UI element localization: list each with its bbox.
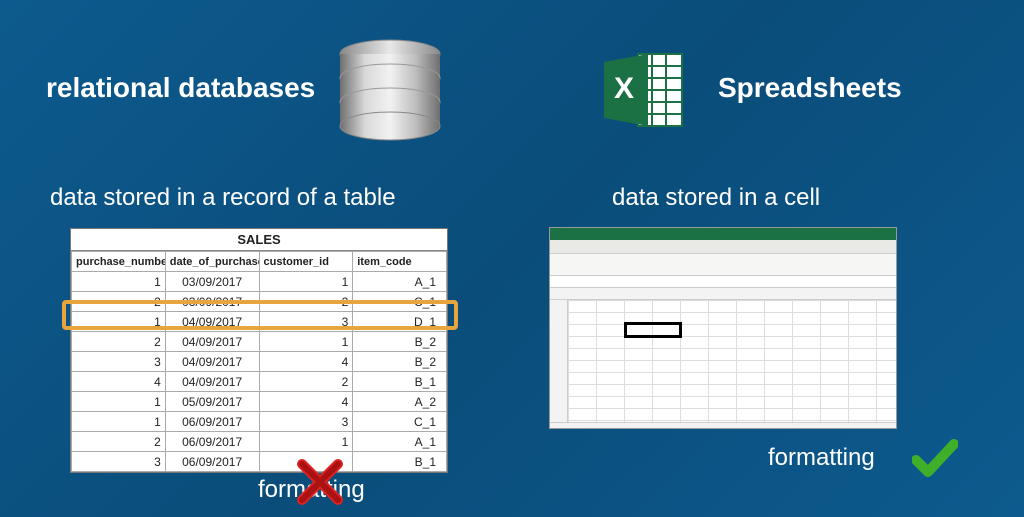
spreadsheets-subtitle: data stored in a cell xyxy=(612,184,820,212)
spreadsheet-menubar xyxy=(550,240,896,254)
table-row: 304/09/20174B_2 xyxy=(72,352,447,372)
table-row: 103/09/20171A_1 xyxy=(72,272,447,292)
table-row: 106/09/20173C_1 xyxy=(72,412,447,432)
spreadsheet-formulabar xyxy=(550,276,896,288)
check-mark-icon xyxy=(912,436,958,482)
table-cell: B_1 xyxy=(353,372,447,392)
table-cell: 06/09/2017 xyxy=(165,412,259,432)
table-cell: 1 xyxy=(259,272,353,292)
spreadsheet-formatting-label: formatting xyxy=(768,444,875,472)
table-cell: 3 xyxy=(72,352,166,372)
table-row: 105/09/20174A_2 xyxy=(72,392,447,412)
cross-mark-icon xyxy=(296,458,344,506)
col-header: date_of_purchase xyxy=(165,252,259,272)
table-cell: 04/09/2017 xyxy=(165,352,259,372)
table-cell: 3 xyxy=(259,312,353,332)
table-cell: 04/09/2017 xyxy=(165,372,259,392)
col-header: customer_id xyxy=(259,252,353,272)
table-cell: C_1 xyxy=(353,412,447,432)
relational-db-subtitle: data stored in a record of a table xyxy=(50,184,396,212)
table-cell: 1 xyxy=(72,312,166,332)
table-cell: A_2 xyxy=(353,392,447,412)
table-cell: 4 xyxy=(259,352,353,372)
table-cell: B_2 xyxy=(353,352,447,372)
table-row: 104/09/20173D_1 xyxy=(72,312,447,332)
excel-icon: X xyxy=(602,50,686,130)
spreadsheets-heading: Spreadsheets xyxy=(718,72,902,104)
table-cell: 03/09/2017 xyxy=(165,272,259,292)
table-cell: 03/09/2017 xyxy=(165,292,259,312)
table-cell: 1 xyxy=(259,432,353,452)
table-cell: 04/09/2017 xyxy=(165,312,259,332)
table-cell: C_1 xyxy=(353,292,447,312)
table-row: 203/09/20172C_1 xyxy=(72,292,447,312)
table-cell: 4 xyxy=(259,392,353,412)
svg-text:X: X xyxy=(614,72,634,105)
relational-db-heading: relational databases xyxy=(46,72,315,104)
table-cell: 1 xyxy=(72,392,166,412)
table-cell: 2 xyxy=(72,332,166,352)
table-cell: 2 xyxy=(259,292,353,312)
table-cell: 06/09/2017 xyxy=(165,432,259,452)
table-cell: 2 xyxy=(259,372,353,392)
table-cell: 2 xyxy=(72,432,166,452)
col-header: item_code xyxy=(353,252,447,272)
table-cell: 4 xyxy=(72,372,166,392)
table-cell: 3 xyxy=(259,412,353,432)
table-cell: D_1 xyxy=(353,312,447,332)
table-row: 204/09/20171B_2 xyxy=(72,332,447,352)
table-cell: 3 xyxy=(72,452,166,472)
table-row: 206/09/20171A_1 xyxy=(72,432,447,452)
table-row: 306/09/2017 B_1 xyxy=(72,452,447,472)
table-title: SALES xyxy=(71,229,447,251)
table-cell: B_2 xyxy=(353,332,447,352)
table-cell: A_1 xyxy=(353,272,447,292)
table-cell: 1 xyxy=(259,332,353,352)
table-row: 404/09/20172B_1 xyxy=(72,372,447,392)
spreadsheet-ribbon xyxy=(550,254,896,276)
table-cell: 2 xyxy=(72,292,166,312)
col-header: purchase_number xyxy=(72,252,166,272)
table-cell: 1 xyxy=(72,412,166,432)
spreadsheet-window xyxy=(550,228,896,428)
table-cell: A_1 xyxy=(353,432,447,452)
spreadsheet-titlebar xyxy=(550,228,896,240)
table-cell: 05/09/2017 xyxy=(165,392,259,412)
database-cylinder-icon xyxy=(330,38,450,142)
table-cell: 06/09/2017 xyxy=(165,452,259,472)
sales-table: SALES purchase_number date_of_purchase c… xyxy=(70,228,448,473)
table-cell: 04/09/2017 xyxy=(165,332,259,352)
table-cell: 1 xyxy=(72,272,166,292)
highlighted-cell xyxy=(624,322,682,338)
spreadsheet-grid xyxy=(550,288,896,422)
table-cell: B_1 xyxy=(353,452,447,472)
